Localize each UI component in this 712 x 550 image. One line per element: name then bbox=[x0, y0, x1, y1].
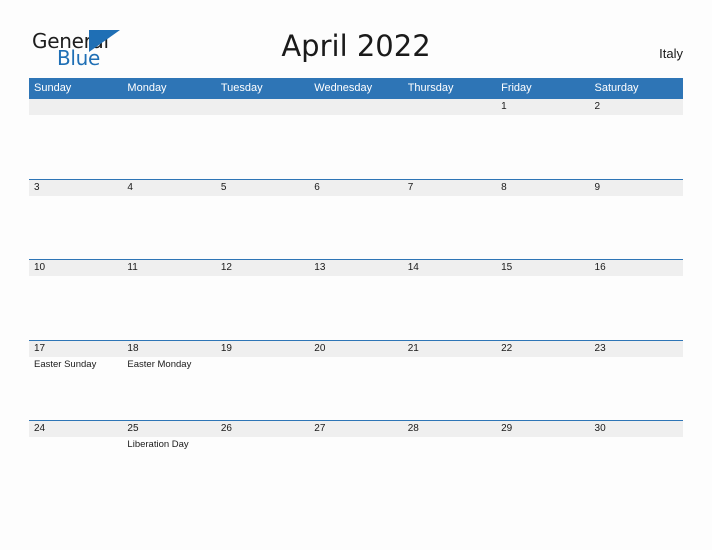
weekday-header-monday: Monday bbox=[127, 82, 167, 94]
day-number[interactable]: 16 bbox=[590, 260, 683, 276]
day-number[interactable]: 25 bbox=[122, 421, 215, 437]
day-event bbox=[403, 115, 496, 177]
week-date-band: 24 25 26 27 28 29 30 bbox=[29, 420, 683, 437]
day-number[interactable]: 27 bbox=[309, 421, 402, 437]
week-event-band bbox=[29, 276, 683, 338]
day-number[interactable]: 9 bbox=[590, 180, 683, 196]
day-number[interactable]: 26 bbox=[216, 421, 309, 437]
calendar-week-row: 24 25 26 27 28 29 30 Liberation Day bbox=[29, 420, 683, 501]
calendar-week-row: 10 11 12 13 14 15 16 bbox=[29, 259, 683, 340]
country-label: Italy bbox=[659, 46, 683, 61]
day-event: Easter Sunday bbox=[34, 358, 97, 370]
week-event-band bbox=[29, 115, 683, 177]
calendar-grid: Sunday Monday Tuesday Wednesday Thursday… bbox=[29, 78, 683, 501]
day-event bbox=[216, 357, 309, 419]
day-number[interactable] bbox=[29, 99, 122, 115]
day-number[interactable]: 3 bbox=[29, 180, 122, 196]
week-date-band: 17 18 19 20 21 22 23 bbox=[29, 339, 683, 357]
day-number[interactable]: 2 bbox=[590, 99, 683, 115]
week-date-band: 1 2 bbox=[29, 98, 683, 115]
day-event bbox=[590, 276, 683, 338]
weekday-header-saturday: Saturday bbox=[594, 82, 639, 94]
day-event: Easter Monday bbox=[127, 358, 192, 370]
day-event bbox=[29, 115, 122, 177]
calendar-week-row: 1 2 bbox=[29, 98, 683, 179]
week-date-band: 10 11 12 13 14 15 16 bbox=[29, 259, 683, 276]
day-event bbox=[403, 357, 496, 419]
weekday-header-sunday: Sunday bbox=[34, 82, 72, 94]
day-event bbox=[216, 196, 309, 258]
day-event bbox=[590, 196, 683, 258]
day-number[interactable]: 15 bbox=[496, 260, 589, 276]
day-number[interactable]: 5 bbox=[216, 180, 309, 196]
day-event bbox=[309, 357, 402, 419]
day-event bbox=[122, 196, 215, 258]
weekday-header-row: Sunday Monday Tuesday Wednesday Thursday… bbox=[29, 78, 683, 98]
day-number[interactable]: 1 bbox=[496, 99, 589, 115]
page-header: General Blue April 2022 Italy bbox=[0, 0, 712, 76]
day-number[interactable] bbox=[309, 99, 402, 115]
day-number[interactable]: 10 bbox=[29, 260, 122, 276]
day-event bbox=[496, 437, 589, 499]
day-number[interactable]: 28 bbox=[403, 421, 496, 437]
day-event bbox=[496, 115, 589, 177]
day-number[interactable]: 18 bbox=[122, 341, 215, 357]
calendar-week-row: 3 4 5 6 7 8 9 bbox=[29, 178, 683, 260]
day-event bbox=[309, 437, 402, 499]
day-event bbox=[122, 276, 215, 338]
day-number[interactable]: 11 bbox=[122, 260, 215, 276]
day-event bbox=[122, 115, 215, 177]
week-event-band bbox=[29, 195, 683, 258]
day-number[interactable]: 22 bbox=[496, 341, 589, 357]
day-event bbox=[496, 357, 589, 419]
day-event bbox=[29, 437, 122, 499]
day-event bbox=[29, 196, 122, 258]
weekday-header-wednesday: Wednesday bbox=[314, 82, 373, 94]
day-number[interactable]: 4 bbox=[122, 180, 215, 196]
day-number[interactable]: 17 bbox=[29, 341, 122, 357]
day-number[interactable]: 6 bbox=[309, 180, 402, 196]
day-number[interactable]: 14 bbox=[403, 260, 496, 276]
day-event bbox=[216, 276, 309, 338]
day-event bbox=[496, 276, 589, 338]
weekday-header-friday: Friday bbox=[501, 82, 532, 94]
day-event bbox=[403, 437, 496, 499]
day-number[interactable] bbox=[403, 99, 496, 115]
day-number[interactable]: 30 bbox=[590, 421, 683, 437]
calendar-week-row: 17 18 19 20 21 22 23 Easter Sunday Easte… bbox=[29, 339, 683, 421]
day-number[interactable]: 29 bbox=[496, 421, 589, 437]
week-event-band: Liberation Day bbox=[29, 437, 683, 499]
day-event bbox=[590, 437, 683, 499]
weekday-header-tuesday: Tuesday bbox=[220, 82, 263, 94]
day-number[interactable]: 12 bbox=[216, 260, 309, 276]
day-number[interactable]: 8 bbox=[496, 180, 589, 196]
day-event bbox=[309, 276, 402, 338]
day-event bbox=[216, 437, 309, 499]
day-event bbox=[590, 115, 683, 177]
day-event bbox=[216, 115, 309, 177]
day-event bbox=[590, 357, 683, 419]
page-title: April 2022 bbox=[281, 29, 431, 63]
day-number[interactable]: 23 bbox=[590, 341, 683, 357]
day-event bbox=[309, 115, 402, 177]
day-number[interactable]: 24 bbox=[29, 421, 122, 437]
calendar-page: General Blue April 2022 Italy Sunday Mon… bbox=[0, 0, 712, 550]
day-number[interactable]: 7 bbox=[403, 180, 496, 196]
day-number[interactable] bbox=[122, 99, 215, 115]
day-event bbox=[309, 196, 402, 258]
day-event bbox=[29, 276, 122, 338]
day-number[interactable]: 20 bbox=[309, 341, 402, 357]
week-date-band: 3 4 5 6 7 8 9 bbox=[29, 178, 683, 196]
day-number[interactable]: 19 bbox=[216, 341, 309, 357]
day-number[interactable]: 13 bbox=[309, 260, 402, 276]
day-number[interactable] bbox=[216, 99, 309, 115]
day-event: Liberation Day bbox=[127, 439, 189, 450]
weekday-header-thursday: Thursday bbox=[407, 82, 454, 94]
day-event bbox=[496, 196, 589, 258]
day-event bbox=[403, 276, 496, 338]
day-event bbox=[403, 196, 496, 258]
day-number[interactable]: 21 bbox=[403, 341, 496, 357]
week-event-band: Easter Sunday Easter Monday bbox=[29, 356, 683, 419]
